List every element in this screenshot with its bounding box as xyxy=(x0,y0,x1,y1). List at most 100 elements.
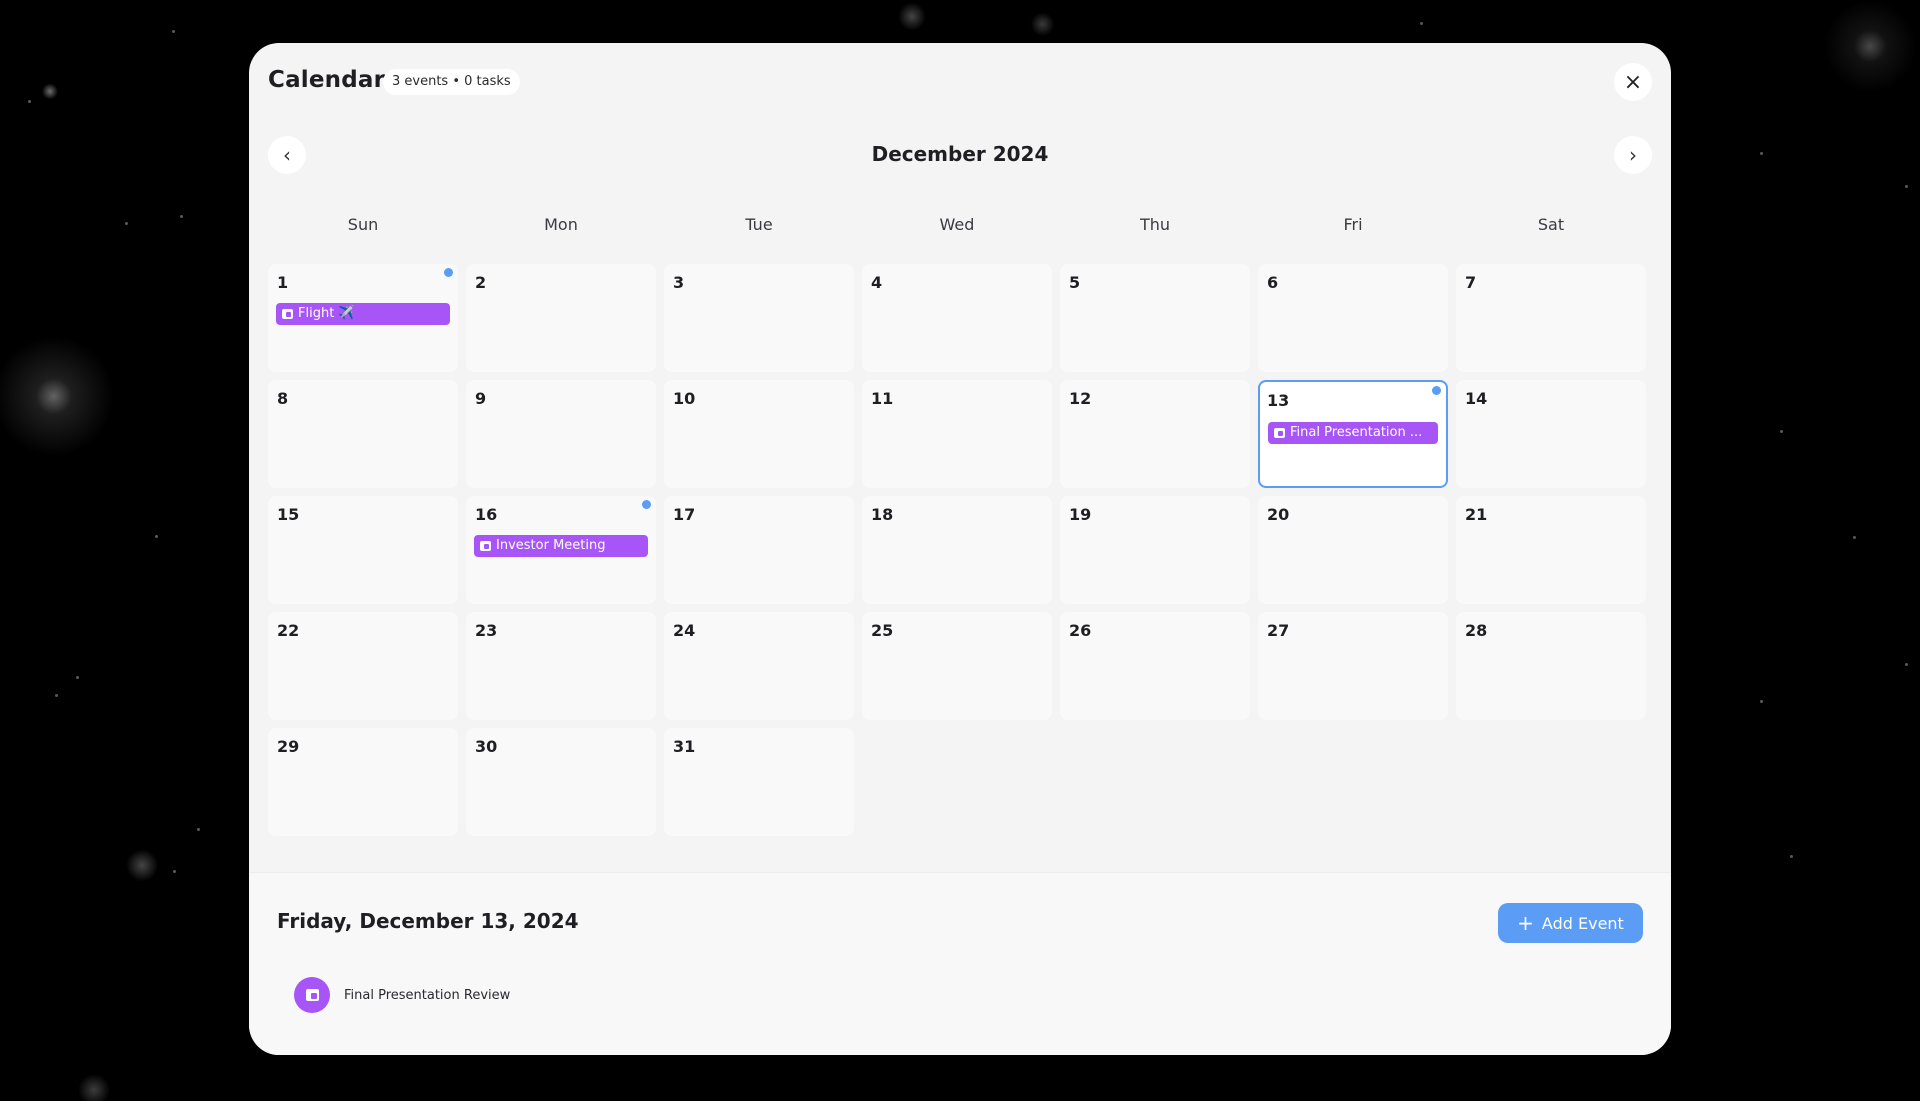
month-navigation: ‹ December 2024 › xyxy=(268,136,1652,174)
day-cell-26[interactable]: 26 xyxy=(1060,612,1250,720)
star xyxy=(155,535,158,538)
day-number: 8 xyxy=(277,389,289,408)
day-number: 27 xyxy=(1267,621,1290,640)
day-number: 17 xyxy=(673,505,696,524)
event-chip-final-presentation[interactable]: Final Presentation ... xyxy=(1268,422,1438,444)
day-cell-10[interactable]: 10 xyxy=(664,380,854,488)
plus-icon: + xyxy=(1517,911,1534,935)
event-indicator-dot xyxy=(444,268,453,277)
star xyxy=(1760,700,1763,703)
close-button[interactable]: × xyxy=(1614,63,1652,101)
day-cell-21[interactable]: 21 xyxy=(1456,496,1646,604)
day-cell-7[interactable]: 7 xyxy=(1456,264,1646,372)
calendar-event-icon xyxy=(294,977,330,1013)
page-title: Calendar xyxy=(268,67,386,93)
day-cell-28[interactable]: 28 xyxy=(1456,612,1646,720)
day-number: 5 xyxy=(1069,273,1081,292)
day-number: 18 xyxy=(871,505,894,524)
event-chip-label: Investor Meeting xyxy=(496,538,606,553)
day-cell-31[interactable]: 31 xyxy=(664,728,854,836)
month-title: December 2024 xyxy=(871,142,1049,166)
day-cell-29[interactable]: 29 xyxy=(268,728,458,836)
event-list-item[interactable]: Final Presentation Review xyxy=(294,977,510,1013)
star xyxy=(1760,152,1763,155)
day-number: 11 xyxy=(871,389,894,408)
event-indicator-dot xyxy=(642,500,651,509)
day-cell-12[interactable]: 12 xyxy=(1060,380,1250,488)
month-grid: 1 Flight ✈️ 2 3 4 5 6 7 8 9 10 11 12 13 … xyxy=(268,264,1652,836)
star xyxy=(1790,855,1793,858)
day-cell-6[interactable]: 6 xyxy=(1258,264,1448,372)
event-list-item-label: Final Presentation Review xyxy=(344,987,511,1003)
day-number: 10 xyxy=(673,389,696,408)
calendar-icon xyxy=(1274,428,1285,438)
day-cell-14[interactable]: 14 xyxy=(1456,380,1646,488)
day-number: 12 xyxy=(1069,389,1092,408)
day-number: 30 xyxy=(475,737,498,756)
day-cell-9[interactable]: 9 xyxy=(466,380,656,488)
day-number: 23 xyxy=(475,621,498,640)
next-month-button[interactable]: › xyxy=(1614,136,1652,174)
weekday-sat: Sat xyxy=(1537,215,1565,234)
event-chip-label: Final Presentation ... xyxy=(1290,425,1423,440)
star xyxy=(1780,430,1783,433)
day-cell-2[interactable]: 2 xyxy=(466,264,656,372)
day-number: 31 xyxy=(673,737,696,756)
star xyxy=(1905,663,1908,666)
day-cell-23[interactable]: 23 xyxy=(466,612,656,720)
day-cell-4[interactable]: 4 xyxy=(862,264,1052,372)
event-chip-flight[interactable]: Flight ✈️ xyxy=(276,303,450,325)
day-number: 22 xyxy=(277,621,300,640)
day-cell-27[interactable]: 27 xyxy=(1258,612,1448,720)
star xyxy=(55,694,58,697)
selected-day-panel: Friday, December 13, 2024 + Add Event Fi… xyxy=(249,872,1671,1055)
star xyxy=(172,30,175,33)
calendar-icon xyxy=(282,309,293,319)
weekday-wed: Wed xyxy=(939,215,975,234)
empty-cell xyxy=(862,728,1052,836)
day-cell-30[interactable]: 30 xyxy=(466,728,656,836)
weekday-tue: Tue xyxy=(745,215,773,234)
weekday-thu: Thu xyxy=(1139,215,1171,234)
day-cell-1[interactable]: 1 Flight ✈️ xyxy=(268,264,458,372)
day-cell-13-selected[interactable]: 13 Final Presentation ... xyxy=(1258,380,1448,488)
day-cell-25[interactable]: 25 xyxy=(862,612,1052,720)
day-cell-18[interactable]: 18 xyxy=(862,496,1052,604)
day-number: 1 xyxy=(277,273,289,292)
day-number: 3 xyxy=(673,273,685,292)
day-cell-19[interactable]: 19 xyxy=(1060,496,1250,604)
day-number: 13 xyxy=(1267,391,1290,410)
summary-badge: 3 events • 0 tasks xyxy=(383,69,520,95)
event-indicator-dot xyxy=(1432,386,1441,395)
day-cell-3[interactable]: 3 xyxy=(664,264,854,372)
day-cell-22[interactable]: 22 xyxy=(268,612,458,720)
event-chip-investor-meeting[interactable]: Investor Meeting xyxy=(474,535,648,557)
star xyxy=(125,222,128,225)
day-number: 20 xyxy=(1267,505,1290,524)
day-cell-15[interactable]: 15 xyxy=(268,496,458,604)
star xyxy=(76,676,79,679)
calendar-icon xyxy=(480,541,491,551)
star xyxy=(28,100,31,103)
day-number: 25 xyxy=(871,621,894,640)
day-number: 24 xyxy=(673,621,696,640)
day-cell-17[interactable]: 17 xyxy=(664,496,854,604)
day-number: 15 xyxy=(277,505,300,524)
add-event-label: Add Event xyxy=(1541,913,1624,933)
day-number: 2 xyxy=(475,273,487,292)
day-cell-20[interactable]: 20 xyxy=(1258,496,1448,604)
day-number: 21 xyxy=(1465,505,1488,524)
day-number: 16 xyxy=(475,505,498,524)
day-number: 26 xyxy=(1069,621,1092,640)
selected-date-title: Friday, December 13, 2024 xyxy=(277,909,579,933)
day-cell-24[interactable]: 24 xyxy=(664,612,854,720)
day-number: 4 xyxy=(871,273,883,292)
day-cell-5[interactable]: 5 xyxy=(1060,264,1250,372)
day-cell-16[interactable]: 16 Investor Meeting xyxy=(466,496,656,604)
add-event-button[interactable]: + Add Event xyxy=(1498,903,1643,943)
day-cell-11[interactable]: 11 xyxy=(862,380,1052,488)
day-number: 14 xyxy=(1465,389,1488,408)
close-icon: × xyxy=(1623,69,1643,95)
empty-cell xyxy=(1258,728,1448,836)
day-cell-8[interactable]: 8 xyxy=(268,380,458,488)
